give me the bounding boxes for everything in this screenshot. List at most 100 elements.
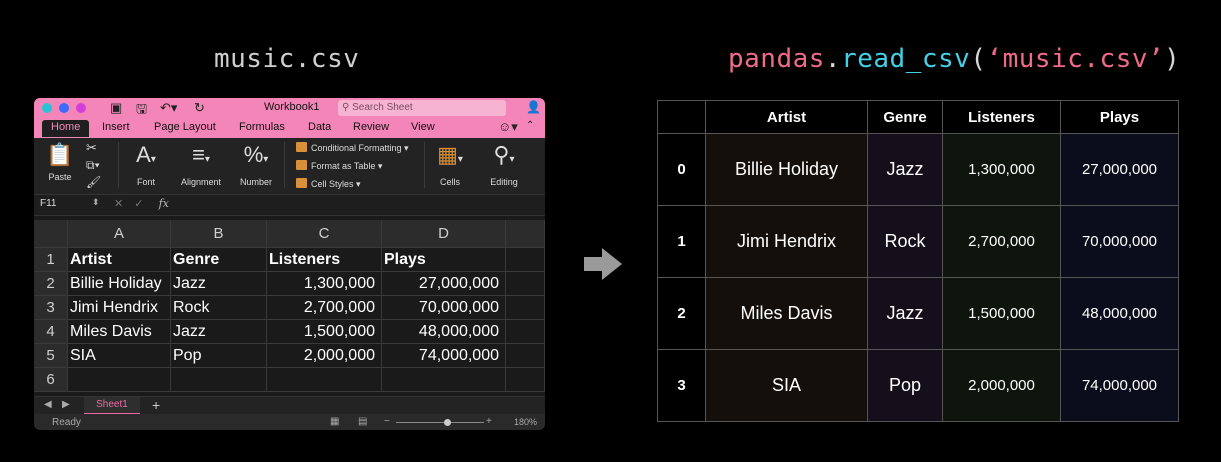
conditional-formatting-button[interactable]: Conditional Formatting ▾	[296, 142, 409, 154]
dataframe-cell: Miles Davis	[705, 277, 868, 350]
number-label: Number	[239, 177, 272, 187]
cells-label: Cells	[439, 177, 460, 187]
close-window-button[interactable]	[42, 103, 52, 113]
minimize-window-button[interactable]	[59, 103, 69, 113]
spreadsheet-cell[interactable]	[171, 368, 267, 392]
dataframe-header-row: Artist Genre Listeners Plays	[657, 100, 1179, 134]
tab-review[interactable]: Review	[353, 121, 389, 133]
column-header: Genre	[867, 100, 943, 134]
column-header[interactable]	[506, 220, 545, 248]
row-header[interactable]: 3	[34, 296, 68, 320]
column-header[interactable]: A	[68, 220, 171, 248]
sheet-tab-sheet1[interactable]: Sheet1	[84, 397, 140, 415]
spreadsheet-cell[interactable]: Plays	[382, 248, 506, 272]
zoom-slider-handle[interactable]	[444, 419, 451, 426]
number-button[interactable]: %▾ Number	[236, 138, 276, 194]
code-dot: .	[824, 44, 842, 74]
tab-data[interactable]: Data	[308, 121, 331, 133]
spreadsheet-cell[interactable]	[506, 296, 545, 320]
spreadsheet-cell[interactable]: 70,000,000	[382, 296, 506, 320]
format-painter-icon[interactable]: 🖌	[86, 175, 101, 189]
zoom-out-icon[interactable]: −	[384, 416, 390, 427]
code-module: pandas	[728, 44, 825, 74]
select-all-corner[interactable]	[34, 220, 68, 248]
tab-view[interactable]: View	[411, 121, 435, 133]
zoom-in-icon[interactable]: +	[486, 416, 492, 427]
name-box-stepper-icon[interactable]: ⬍	[92, 197, 100, 208]
spreadsheet-cell[interactable]: SIA	[68, 344, 171, 368]
tab-home[interactable]: Home	[42, 120, 90, 137]
spreadsheet-cell[interactable]: Rock	[171, 296, 267, 320]
dataframe-cell: 27,000,000	[1060, 133, 1179, 206]
spreadsheet-cell[interactable]: 1,500,000	[267, 320, 382, 344]
row-header[interactable]: 2	[34, 272, 68, 296]
column-header[interactable]: C	[267, 220, 382, 248]
cut-icon[interactable]: ✂	[86, 140, 97, 156]
column-header[interactable]: D	[382, 220, 506, 248]
spreadsheet-cell[interactable]	[506, 272, 545, 296]
spreadsheet-cell[interactable]	[506, 344, 545, 368]
spreadsheet-cell[interactable]	[506, 320, 545, 344]
cancel-icon[interactable]: ✕	[114, 198, 123, 210]
normal-view-icon[interactable]: ▦	[330, 416, 339, 427]
spreadsheet-cell[interactable]	[506, 248, 545, 272]
font-button[interactable]: A▾ Font	[128, 138, 164, 194]
paste-button[interactable]: 📋 Paste	[44, 138, 76, 194]
dataframe-cell: Billie Holiday	[705, 133, 868, 206]
spreadsheet-cell[interactable]: Artist	[68, 248, 171, 272]
tab-page-layout[interactable]: Page Layout	[154, 121, 216, 133]
row-header[interactable]: 6	[34, 368, 68, 392]
spreadsheet-cell[interactable]: 2,700,000	[267, 296, 382, 320]
collapse-ribbon-icon[interactable]: ⌃	[526, 120, 534, 131]
cell-styles-button[interactable]: Cell Styles ▾	[296, 178, 361, 190]
cells-button[interactable]: ▦▾ Cells	[432, 138, 468, 194]
spreadsheet-cell[interactable]: Genre	[171, 248, 267, 272]
spreadsheet-cell[interactable]: 27,000,000	[382, 272, 506, 296]
spreadsheet-cell[interactable]: 48,000,000	[382, 320, 506, 344]
title-bar: ▣ 🖫 ↶▾ ↻ Workbook1 ⚲ Search Sheet 👤+	[34, 98, 545, 128]
spreadsheet-cell[interactable]: Jazz	[171, 272, 267, 296]
name-box[interactable]: F11	[40, 198, 57, 209]
copy-icon[interactable]: ⧉▾	[86, 158, 100, 173]
column-header: Artist	[705, 100, 868, 134]
search-sheet-input[interactable]: ⚲ Search Sheet	[338, 100, 506, 116]
alignment-button[interactable]: ≡▾ Alignment	[178, 138, 224, 194]
zoom-window-button[interactable]	[76, 103, 86, 113]
sidebar-toggle-icon[interactable]: ▣	[110, 100, 122, 116]
spreadsheet-cell[interactable]: Jazz	[171, 320, 267, 344]
row-header[interactable]: 1	[34, 248, 68, 272]
spreadsheet-cell[interactable]	[68, 368, 171, 392]
next-sheet-icon[interactable]: ▶	[62, 399, 70, 410]
spreadsheet-cell[interactable]: Pop	[171, 344, 267, 368]
formula-input[interactable]	[138, 195, 545, 215]
redo-icon[interactable]: ↻	[194, 100, 205, 116]
add-sheet-icon[interactable]: +	[152, 397, 160, 413]
spreadsheet-cell[interactable]	[506, 368, 545, 392]
dataframe-cell: Pop	[867, 349, 943, 422]
spreadsheet-cell[interactable]: Listeners	[267, 248, 382, 272]
zoom-slider[interactable]	[396, 422, 484, 423]
editing-button[interactable]: ⚲▾ Editing	[484, 138, 524, 194]
tab-formulas[interactable]: Formulas	[239, 121, 285, 133]
feedback-smiley-icon[interactable]: ☺▾	[498, 119, 518, 135]
alignment-icon: ≡▾	[192, 142, 210, 167]
page-layout-view-icon[interactable]: ▤	[358, 416, 367, 427]
row-header[interactable]: 5	[34, 344, 68, 368]
prev-sheet-icon[interactable]: ◀	[44, 399, 52, 410]
column-header[interactable]: B	[171, 220, 267, 248]
spreadsheet-cell[interactable]: 2,000,000	[267, 344, 382, 368]
tab-insert[interactable]: Insert	[102, 121, 130, 133]
format-as-table-button[interactable]: Format as Table ▾	[296, 160, 382, 172]
row-header[interactable]: 4	[34, 320, 68, 344]
spreadsheet-cell[interactable]: 74,000,000	[382, 344, 506, 368]
code-paren-open: (	[970, 44, 987, 74]
spreadsheet-cell[interactable]: 1,300,000	[267, 272, 382, 296]
spreadsheet-cell[interactable]	[267, 368, 382, 392]
dataframe-cell: 2,000,000	[942, 349, 1061, 422]
undo-icon[interactable]: ↶▾	[160, 100, 177, 116]
spreadsheet-cell[interactable]: Miles Davis	[68, 320, 171, 344]
spreadsheet-cell[interactable]: Jimi Hendrix	[68, 296, 171, 320]
spreadsheet-cell[interactable]: Billie Holiday	[68, 272, 171, 296]
spreadsheet-cell[interactable]	[382, 368, 506, 392]
dataframe-cell: 74,000,000	[1060, 349, 1179, 422]
